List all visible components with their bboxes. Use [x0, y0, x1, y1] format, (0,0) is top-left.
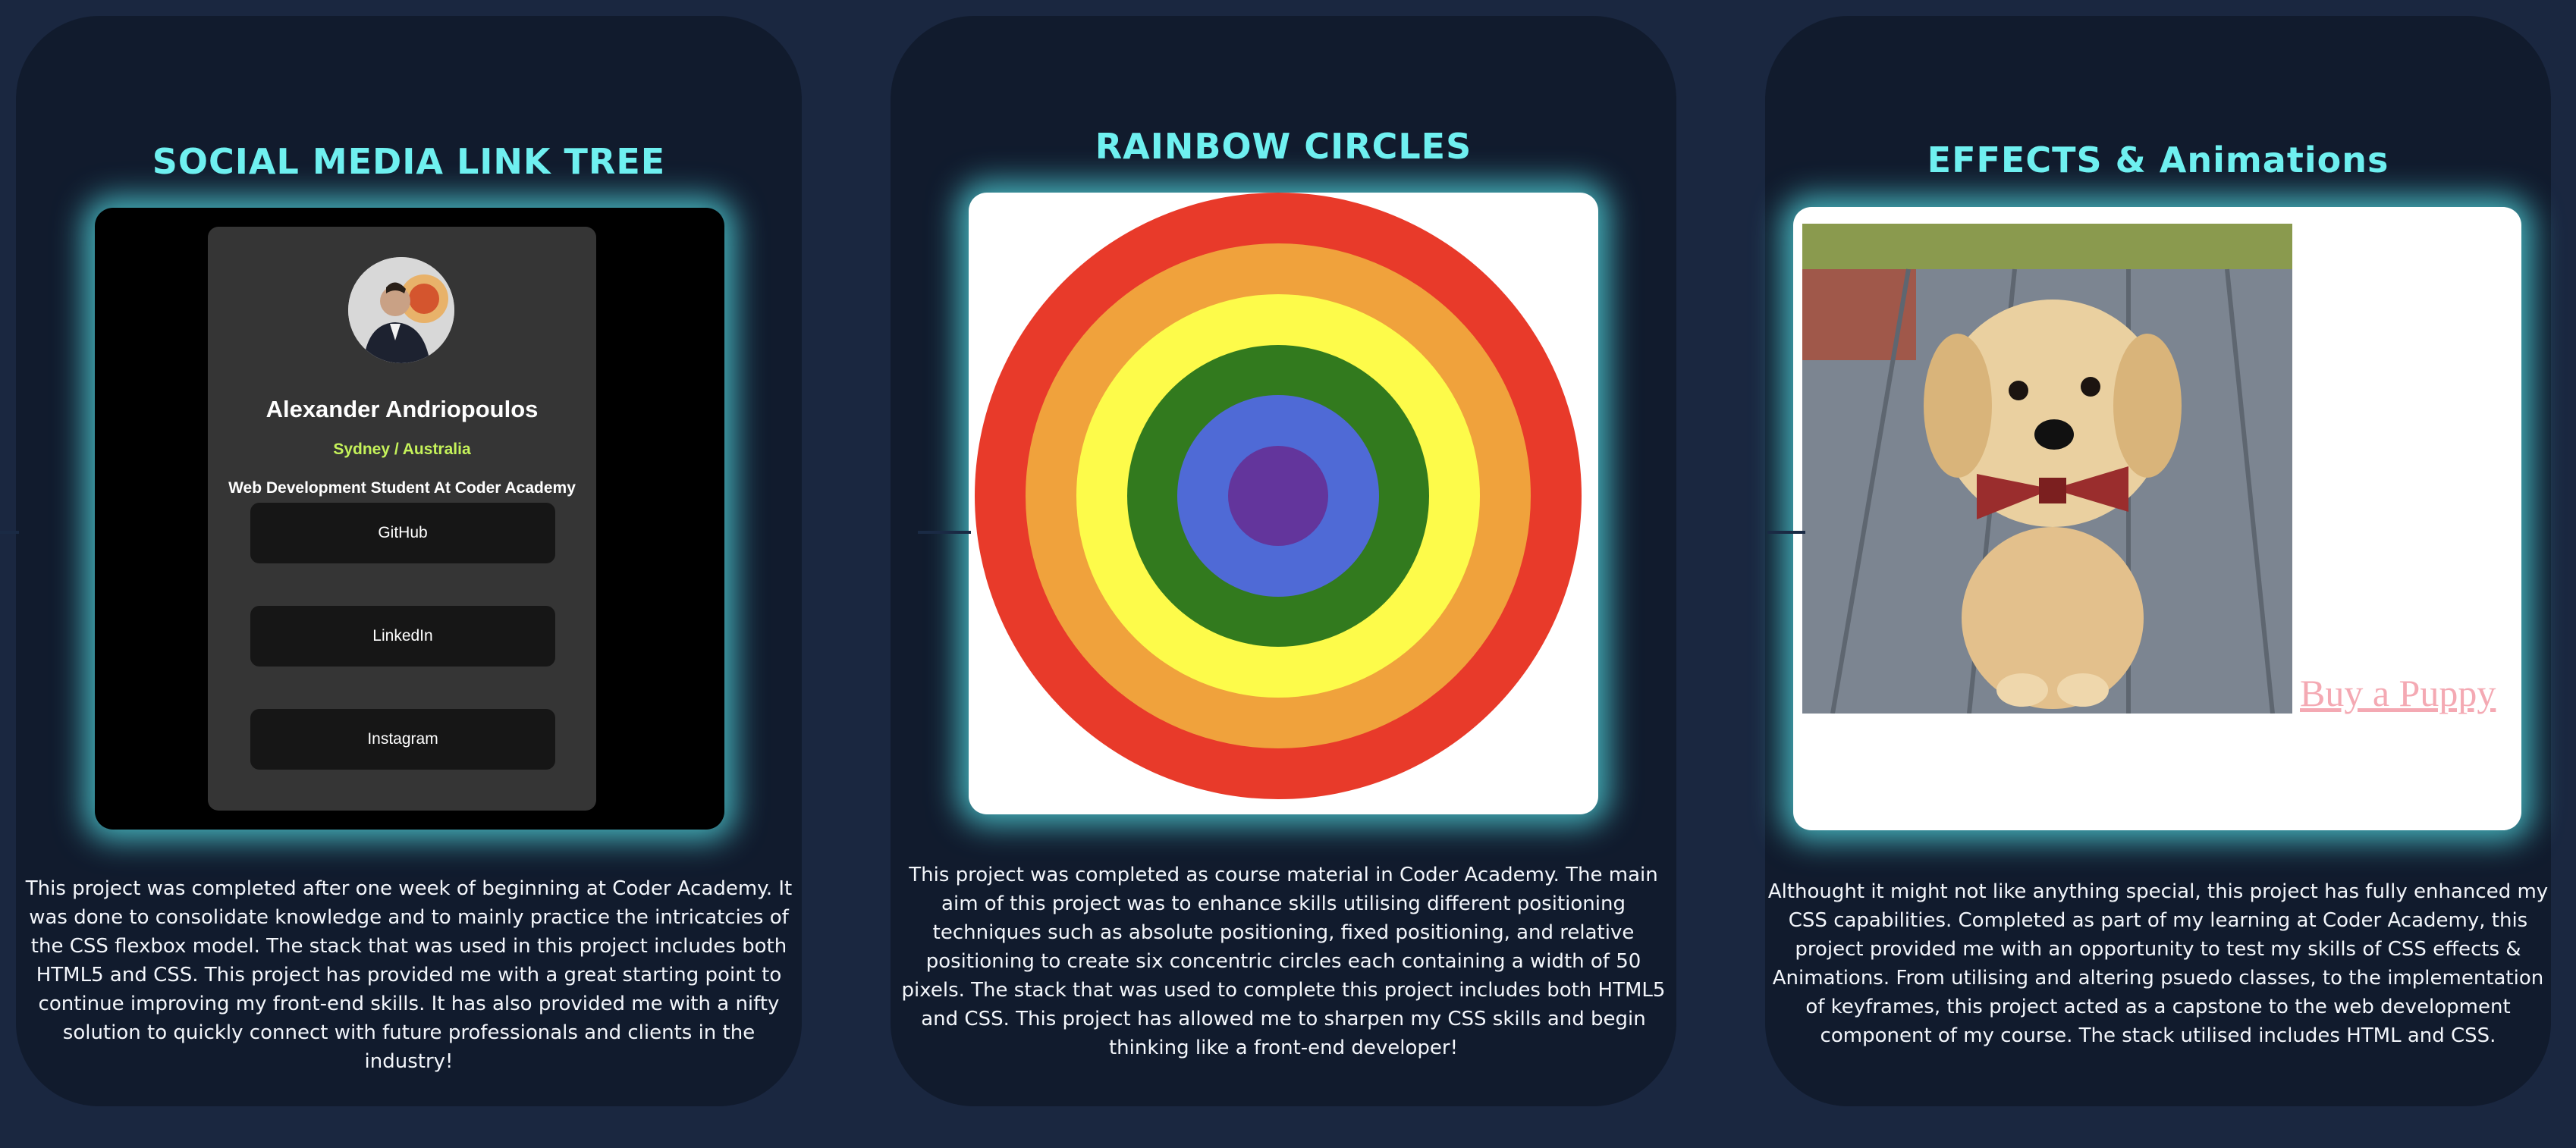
- github-link-button[interactable]: GitHub: [250, 503, 555, 563]
- rainbow-circles-preview[interactable]: [969, 193, 1598, 814]
- avatar-photo-icon: [348, 257, 454, 363]
- linkedin-link-button[interactable]: LinkedIn: [250, 606, 555, 667]
- buy-a-puppy-link[interactable]: Buy a Puppy: [2300, 671, 2496, 715]
- project-description: This project was completed as course mat…: [901, 864, 1666, 1059]
- effects-animations-preview[interactable]: Buy a Puppy: [1793, 207, 2521, 830]
- link-tree-preview[interactable]: Alexander Andriopoulos Sydney / Australi…: [95, 208, 724, 830]
- project-title: SOCIAL MEDIA LINK TREE: [152, 141, 666, 182]
- project-card-effects-animations: EFFECTS & Animations Buy a Puppy Althoug…: [1765, 16, 2551, 1106]
- project-card-link-tree: SOCIAL MEDIA LINK TREE Alexander Andriop…: [16, 16, 802, 1106]
- profile-panel: Alexander Andriopoulos Sydney / Australi…: [208, 227, 596, 811]
- card-divider: [0, 531, 19, 534]
- project-card-rainbow-circles: RAINBOW CIRCLES This project was complet…: [891, 16, 1676, 1106]
- project-title: EFFECTS & Animations: [1927, 140, 2389, 180]
- ring-purple: [1228, 446, 1328, 546]
- project-description: Althought it might not like anything spe…: [1767, 880, 2549, 1047]
- avatar: [348, 257, 454, 363]
- card-divider: [918, 531, 971, 534]
- puppy-image: [1802, 224, 2292, 714]
- profile-location: Sydney / Australia: [333, 441, 471, 458]
- card-divider: [1767, 531, 1805, 534]
- profile-role: Web Development Student At Coder Academy: [228, 479, 576, 497]
- instagram-link-button[interactable]: Instagram: [250, 709, 555, 770]
- project-title: RAINBOW CIRCLES: [1095, 126, 1472, 167]
- rainbow-circles-graphic: [975, 193, 1582, 799]
- profile-name: Alexander Andriopoulos: [265, 396, 539, 422]
- project-description: This project was completed after one wee…: [25, 877, 793, 1073]
